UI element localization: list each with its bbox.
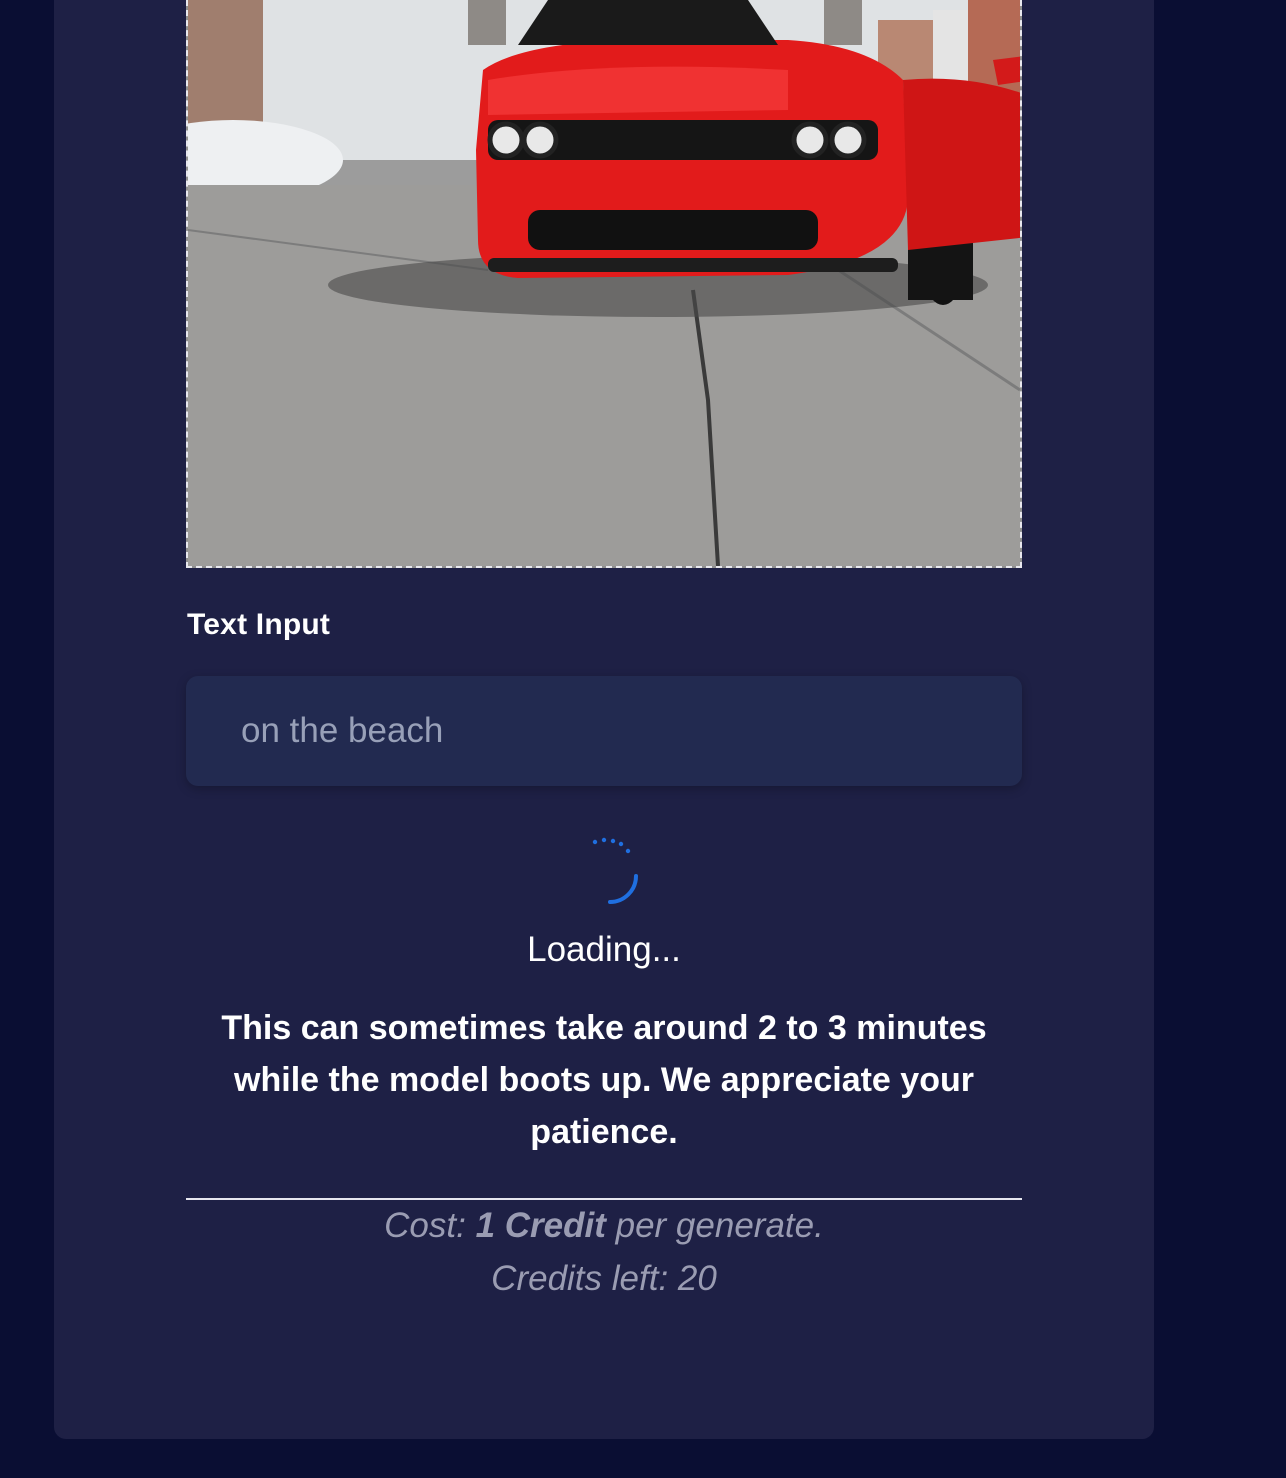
credits-left: Credits left: 20 — [491, 1259, 717, 1298]
cost-amount: 1 Credit — [475, 1206, 606, 1245]
cost-info: Cost: 1 Credit per generate. — [186, 1206, 1022, 1246]
divider — [186, 1198, 1022, 1200]
cost-suffix: per generate. — [615, 1206, 824, 1245]
uploaded-image-preview[interactable] — [186, 0, 1022, 568]
loading-spinner-icon — [578, 832, 648, 912]
car-image — [188, 0, 1020, 566]
loading-text: Loading... — [527, 930, 681, 969]
text-input-field[interactable] — [186, 676, 1022, 786]
wait-message: This can sometimes take around 2 to 3 mi… — [221, 1009, 987, 1151]
cost-prefix: Cost: — [384, 1206, 466, 1245]
text-input-label: Text Input — [187, 608, 331, 641]
